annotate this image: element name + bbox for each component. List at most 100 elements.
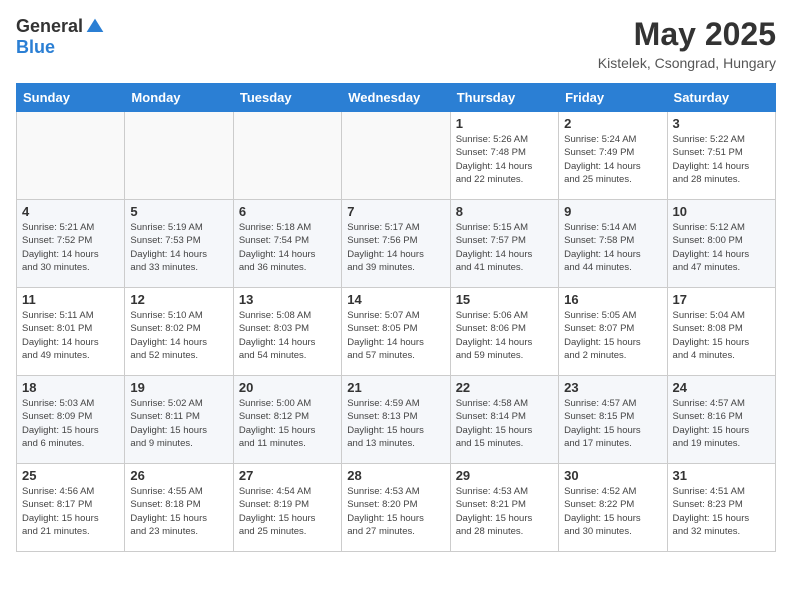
day-number: 16 xyxy=(564,292,661,307)
day-info: Sunrise: 5:05 AM Sunset: 8:07 PM Dayligh… xyxy=(564,309,661,362)
calendar-week-row: 18 Sunrise: 5:03 AM Sunset: 8:09 PM Dayli… xyxy=(17,376,776,464)
day-info: Sunrise: 5:06 AM Sunset: 8:06 PM Dayligh… xyxy=(456,309,553,362)
calendar-cell: 19 Sunrise: 5:02 AM Sunset: 8:11 PM Dayli… xyxy=(125,376,233,464)
day-number: 27 xyxy=(239,468,336,483)
day-info: Sunrise: 4:54 AM Sunset: 8:19 PM Dayligh… xyxy=(239,485,336,538)
day-info: Sunrise: 5:04 AM Sunset: 8:08 PM Dayligh… xyxy=(673,309,770,362)
day-number: 11 xyxy=(22,292,119,307)
day-number: 10 xyxy=(673,204,770,219)
calendar-cell: 7 Sunrise: 5:17 AM Sunset: 7:56 PM Daylig… xyxy=(342,200,450,288)
day-info: Sunrise: 5:17 AM Sunset: 7:56 PM Dayligh… xyxy=(347,221,444,274)
weekday-header-friday: Friday xyxy=(559,84,667,112)
calendar-cell xyxy=(233,112,341,200)
day-info: Sunrise: 4:59 AM Sunset: 8:13 PM Dayligh… xyxy=(347,397,444,450)
day-info: Sunrise: 5:19 AM Sunset: 7:53 PM Dayligh… xyxy=(130,221,227,274)
calendar-cell xyxy=(125,112,233,200)
calendar-cell xyxy=(342,112,450,200)
title-section: May 2025 Kistelek, Csongrad, Hungary xyxy=(598,16,776,71)
calendar-cell: 23 Sunrise: 4:57 AM Sunset: 8:15 PM Dayli… xyxy=(559,376,667,464)
day-number: 26 xyxy=(130,468,227,483)
day-number: 29 xyxy=(456,468,553,483)
calendar-cell xyxy=(17,112,125,200)
calendar-week-row: 25Sunrise: 4:56 AM Sunset: 8:17 PM Dayli… xyxy=(17,464,776,552)
day-info: Sunrise: 5:02 AM Sunset: 8:11 PM Dayligh… xyxy=(130,397,227,450)
day-number: 28 xyxy=(347,468,444,483)
calendar-week-row: 11 Sunrise: 5:11 AM Sunset: 8:01 PM Dayli… xyxy=(17,288,776,376)
day-info: Sunrise: 4:53 AM Sunset: 8:21 PM Dayligh… xyxy=(456,485,553,538)
day-info: Sunrise: 4:58 AM Sunset: 8:14 PM Dayligh… xyxy=(456,397,553,450)
weekday-header-saturday: Saturday xyxy=(667,84,775,112)
calendar-cell: 11 Sunrise: 5:11 AM Sunset: 8:01 PM Dayli… xyxy=(17,288,125,376)
calendar-table: SundayMondayTuesdayWednesdayThursdayFrid… xyxy=(16,83,776,552)
location-title: Kistelek, Csongrad, Hungary xyxy=(598,55,776,71)
calendar-cell: 24 Sunrise: 4:57 AM Sunset: 8:16 PM Dayli… xyxy=(667,376,775,464)
calendar-cell: 21 Sunrise: 4:59 AM Sunset: 8:13 PM Dayli… xyxy=(342,376,450,464)
weekday-header-tuesday: Tuesday xyxy=(233,84,341,112)
calendar-cell: 5Sunrise: 5:19 AM Sunset: 7:53 PM Daylig… xyxy=(125,200,233,288)
day-info: Sunrise: 5:24 AM Sunset: 7:49 PM Dayligh… xyxy=(564,133,661,186)
day-info: Sunrise: 5:10 AM Sunset: 8:02 PM Dayligh… xyxy=(130,309,227,362)
day-info: Sunrise: 5:12 AM Sunset: 8:00 PM Dayligh… xyxy=(673,221,770,274)
day-info: Sunrise: 5:08 AM Sunset: 8:03 PM Dayligh… xyxy=(239,309,336,362)
day-info: Sunrise: 4:57 AM Sunset: 8:16 PM Dayligh… xyxy=(673,397,770,450)
day-number: 24 xyxy=(673,380,770,395)
day-number: 18 xyxy=(22,380,119,395)
calendar-week-row: 4 Sunrise: 5:21 AM Sunset: 7:52 PM Daylig… xyxy=(17,200,776,288)
calendar-cell: 20 Sunrise: 5:00 AM Sunset: 8:12 PM Dayli… xyxy=(233,376,341,464)
day-info: Sunrise: 4:52 AM Sunset: 8:22 PM Dayligh… xyxy=(564,485,661,538)
calendar-cell: 22 Sunrise: 4:58 AM Sunset: 8:14 PM Dayli… xyxy=(450,376,558,464)
calendar-cell: 26 Sunrise: 4:55 AM Sunset: 8:18 PM Dayli… xyxy=(125,464,233,552)
weekday-header-monday: Monday xyxy=(125,84,233,112)
calendar-cell: 6Sunrise: 5:18 AM Sunset: 7:54 PM Daylig… xyxy=(233,200,341,288)
calendar-cell: 13 Sunrise: 5:08 AM Sunset: 8:03 PM Dayli… xyxy=(233,288,341,376)
weekday-header-row: SundayMondayTuesdayWednesdayThursdayFrid… xyxy=(17,84,776,112)
day-info: Sunrise: 5:15 AM Sunset: 7:57 PM Dayligh… xyxy=(456,221,553,274)
day-info: Sunrise: 4:53 AM Sunset: 8:20 PM Dayligh… xyxy=(347,485,444,538)
day-info: Sunrise: 5:26 AM Sunset: 7:48 PM Dayligh… xyxy=(456,133,553,186)
logo-blue-text: Blue xyxy=(16,37,55,58)
calendar-cell: 16 Sunrise: 5:05 AM Sunset: 8:07 PM Dayli… xyxy=(559,288,667,376)
day-info: Sunrise: 4:57 AM Sunset: 8:15 PM Dayligh… xyxy=(564,397,661,450)
calendar-cell: 4 Sunrise: 5:21 AM Sunset: 7:52 PM Daylig… xyxy=(17,200,125,288)
day-info: Sunrise: 5:03 AM Sunset: 8:09 PM Dayligh… xyxy=(22,397,119,450)
calendar-cell: 17 Sunrise: 5:04 AM Sunset: 8:08 PM Dayli… xyxy=(667,288,775,376)
month-title: May 2025 xyxy=(598,16,776,53)
calendar-cell: 25Sunrise: 4:56 AM Sunset: 8:17 PM Dayli… xyxy=(17,464,125,552)
day-number: 20 xyxy=(239,380,336,395)
day-info: Sunrise: 5:07 AM Sunset: 8:05 PM Dayligh… xyxy=(347,309,444,362)
day-number: 7 xyxy=(347,204,444,219)
day-number: 12 xyxy=(130,292,227,307)
day-number: 3 xyxy=(673,116,770,131)
day-number: 9 xyxy=(564,204,661,219)
calendar-cell: 27 Sunrise: 4:54 AM Sunset: 8:19 PM Dayli… xyxy=(233,464,341,552)
calendar-cell: 14 Sunrise: 5:07 AM Sunset: 8:05 PM Dayli… xyxy=(342,288,450,376)
day-number: 30 xyxy=(564,468,661,483)
day-info: Sunrise: 5:00 AM Sunset: 8:12 PM Dayligh… xyxy=(239,397,336,450)
day-number: 31 xyxy=(673,468,770,483)
logo: General Blue xyxy=(16,16,105,58)
day-info: Sunrise: 4:51 AM Sunset: 8:23 PM Dayligh… xyxy=(673,485,770,538)
day-number: 15 xyxy=(456,292,553,307)
calendar-cell: 28 Sunrise: 4:53 AM Sunset: 8:20 PM Dayli… xyxy=(342,464,450,552)
day-number: 13 xyxy=(239,292,336,307)
day-info: Sunrise: 4:55 AM Sunset: 8:18 PM Dayligh… xyxy=(130,485,227,538)
day-number: 4 xyxy=(22,204,119,219)
calendar-cell: 1Sunrise: 5:26 AM Sunset: 7:48 PM Daylig… xyxy=(450,112,558,200)
day-info: Sunrise: 5:22 AM Sunset: 7:51 PM Dayligh… xyxy=(673,133,770,186)
day-number: 21 xyxy=(347,380,444,395)
calendar-cell: 9Sunrise: 5:14 AM Sunset: 7:58 PM Daylig… xyxy=(559,200,667,288)
day-info: Sunrise: 5:11 AM Sunset: 8:01 PM Dayligh… xyxy=(22,309,119,362)
day-number: 19 xyxy=(130,380,227,395)
day-number: 14 xyxy=(347,292,444,307)
day-number: 6 xyxy=(239,204,336,219)
calendar-cell: 3 Sunrise: 5:22 AM Sunset: 7:51 PM Daylig… xyxy=(667,112,775,200)
day-number: 23 xyxy=(564,380,661,395)
day-number: 8 xyxy=(456,204,553,219)
day-info: Sunrise: 4:56 AM Sunset: 8:17 PM Dayligh… xyxy=(22,485,119,538)
day-number: 17 xyxy=(673,292,770,307)
calendar-cell: 15 Sunrise: 5:06 AM Sunset: 8:06 PM Dayli… xyxy=(450,288,558,376)
day-info: Sunrise: 5:21 AM Sunset: 7:52 PM Dayligh… xyxy=(22,221,119,274)
page-header: General Blue May 2025 Kistelek, Csongrad… xyxy=(16,16,776,71)
day-number: 22 xyxy=(456,380,553,395)
weekday-header-wednesday: Wednesday xyxy=(342,84,450,112)
